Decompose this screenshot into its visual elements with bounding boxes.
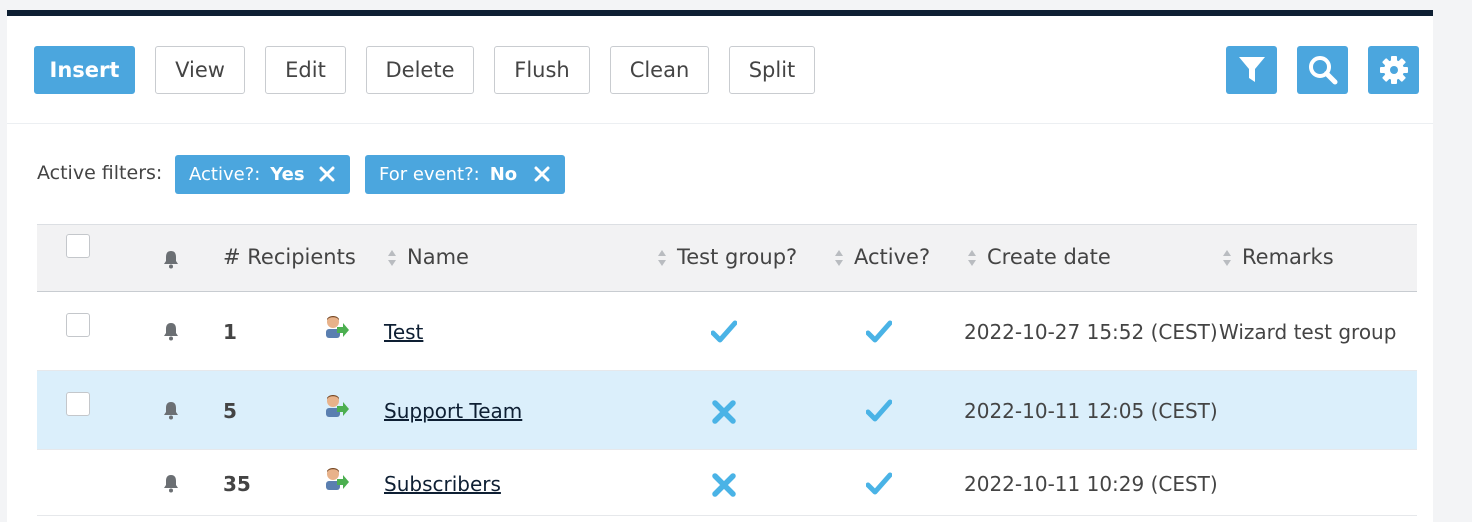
- sort-icon: [968, 250, 976, 266]
- recipients-count: 1: [223, 320, 237, 344]
- main-panel: Insert View Edit Delete Flush Clean Spli…: [7, 16, 1433, 522]
- header-test-group-label: Test group?: [677, 245, 798, 269]
- filter-chip-key: For event?:: [379, 164, 480, 185]
- cross-icon: [712, 473, 736, 497]
- row-checkbox[interactable]: [66, 392, 90, 416]
- clean-button[interactable]: Clean: [610, 46, 709, 94]
- filter-chip-for-event: For event?: No: [365, 155, 565, 194]
- list-name-link[interactable]: Support Team: [384, 399, 522, 423]
- header-name-label: Name: [407, 245, 469, 269]
- recipients-user-icon[interactable]: [323, 393, 349, 419]
- table-row[interactable]: 5 Support Team 2022-10-11 12:05 (CEST): [37, 371, 1417, 450]
- search-icon: [1308, 56, 1337, 85]
- header-name[interactable]: Name: [387, 245, 469, 269]
- check-icon: [866, 472, 892, 495]
- filter-chip-active: Active?: Yes: [175, 155, 350, 194]
- list-name-link[interactable]: Subscribers: [384, 472, 501, 496]
- header-recipients[interactable]: # Recipients: [223, 245, 356, 269]
- create-date: 2022-10-11 12:05 (CEST): [964, 399, 1218, 423]
- select-all-checkbox[interactable]: [66, 234, 90, 258]
- sort-icon: [1223, 250, 1231, 266]
- check-icon: [711, 320, 737, 343]
- split-button[interactable]: Split: [729, 46, 815, 94]
- check-icon: [866, 399, 892, 422]
- bell-icon[interactable]: [162, 322, 180, 341]
- close-icon[interactable]: [533, 165, 551, 183]
- bell-icon[interactable]: [162, 401, 180, 420]
- create-date: 2022-10-11 10:29 (CEST): [964, 472, 1218, 496]
- search-button[interactable]: [1297, 46, 1348, 94]
- header-test-group[interactable]: Test group?: [657, 245, 797, 269]
- filter-icon: [1238, 57, 1265, 82]
- table-header: # Recipients Name Test group? Active? Cr…: [37, 224, 1417, 292]
- active-filters-label: Active filters:: [37, 162, 163, 184]
- table-row[interactable]: 1 Test 2022-10-27 15:52 (CEST) Wizard te…: [37, 292, 1417, 371]
- check-icon: [866, 320, 892, 343]
- insert-button[interactable]: Insert: [34, 46, 135, 94]
- recipients-user-icon[interactable]: [323, 466, 349, 492]
- close-icon[interactable]: [318, 165, 336, 183]
- view-button[interactable]: View: [155, 46, 245, 94]
- settings-button[interactable]: [1368, 46, 1419, 94]
- filter-chip-value: Yes: [270, 164, 305, 185]
- row-checkbox[interactable]: [66, 313, 90, 337]
- filter-chip-key: Active?:: [189, 164, 261, 185]
- header-active-label: Active?: [854, 245, 931, 269]
- recipients-count: 35: [223, 472, 251, 496]
- create-date: 2022-10-27 15:52 (CEST): [964, 320, 1218, 344]
- toolbar: Insert View Edit Delete Flush Clean Spli…: [7, 16, 1433, 124]
- cross-icon: [712, 400, 736, 424]
- header-remarks-label: Remarks: [1242, 245, 1334, 269]
- delete-button[interactable]: Delete: [366, 46, 474, 94]
- sort-icon: [835, 250, 843, 266]
- remarks: Wizard test group: [1219, 320, 1397, 344]
- edit-button[interactable]: Edit: [265, 46, 346, 94]
- bell-icon: [164, 251, 178, 269]
- filter-button[interactable]: [1226, 46, 1277, 94]
- list-name-link[interactable]: Test: [384, 320, 423, 344]
- header-active[interactable]: Active?: [834, 245, 930, 269]
- table-row[interactable]: 35 Subscribers 2022-10-11 10:29 (CEST): [37, 450, 1417, 516]
- gear-icon: [1379, 56, 1408, 84]
- sort-icon: [388, 250, 396, 266]
- recipients-count: 5: [223, 399, 237, 423]
- header-remarks[interactable]: Remarks: [1222, 245, 1334, 269]
- header-create-date-label: Create date: [987, 245, 1111, 269]
- recipients-user-icon[interactable]: [323, 314, 349, 340]
- bell-icon[interactable]: [162, 474, 180, 493]
- sort-icon: [658, 250, 666, 266]
- filter-chip-value: No: [489, 164, 518, 185]
- flush-button[interactable]: Flush: [494, 46, 590, 94]
- header-create-date[interactable]: Create date: [967, 245, 1111, 269]
